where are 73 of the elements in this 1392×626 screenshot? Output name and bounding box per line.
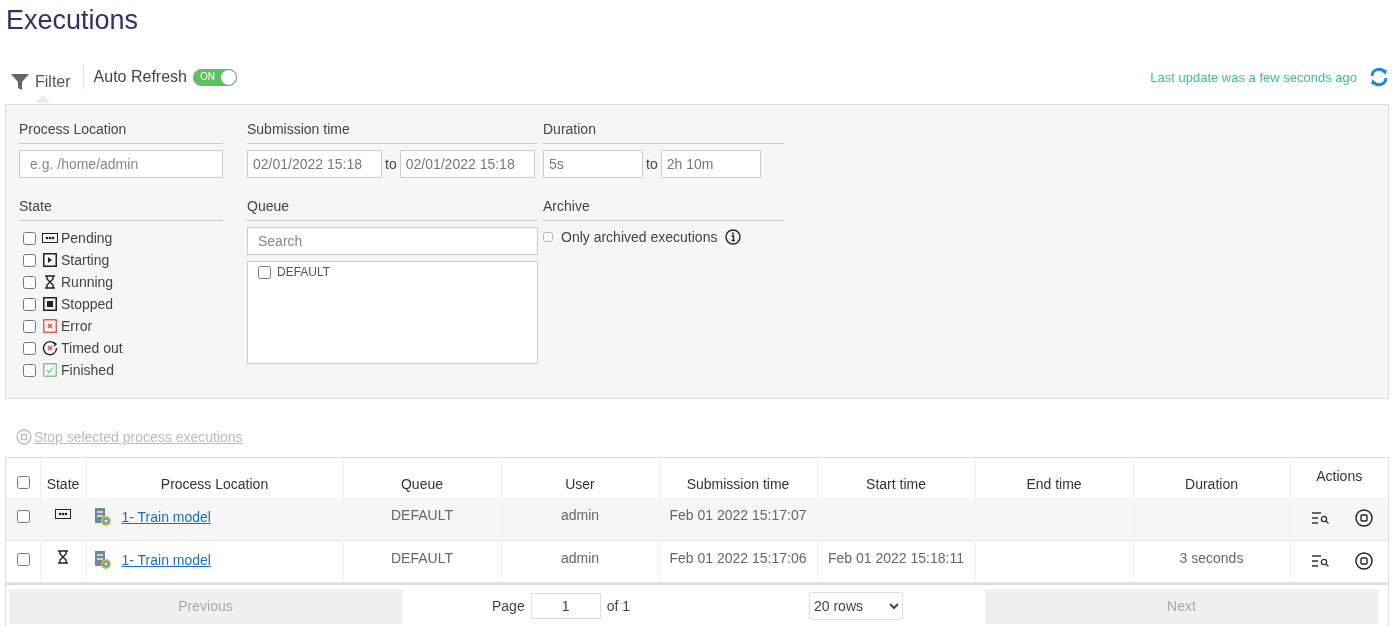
date-from-field[interactable]: 02/01/2022 15:18 [247,150,382,178]
state-checkbox[interactable] [23,363,36,377]
state-label: Stopped [61,296,114,312]
table-cell: DEFAULT [391,507,453,523]
table-cell: admin [560,549,600,566]
state-label: Pending [61,230,113,246]
pending-icon [41,232,58,244]
stop-circle-icon[interactable] [1354,509,1373,527]
state-label: Error [61,318,93,334]
table-cell: admin [560,507,600,523]
select-all-checkbox[interactable] [16,476,30,489]
state-checkbox[interactable] [23,231,36,245]
page-field[interactable]: 1 [530,593,601,619]
table-cell: 3 seconds [1179,549,1244,566]
auto-refresh-label: Auto Refresh [93,68,187,86]
hourglass-icon [57,549,69,564]
page-label: Page [492,598,525,614]
workflow-icon [93,507,112,527]
row-checkbox[interactable] [16,552,30,566]
process-link[interactable]: 1- Train model [121,551,211,568]
stop-circle-icon[interactable] [1354,551,1373,570]
filter-icon [11,74,29,90]
range-separator: to [646,156,658,172]
refresh-icon[interactable] [1369,67,1389,87]
stop-icon [42,297,57,311]
pending-icon [55,508,71,520]
state-checkbox[interactable] [23,319,36,333]
timeout-icon [41,340,58,356]
queue-option: DEFAULT [277,265,331,279]
column-header: Actions [1290,458,1388,498]
field-label: Duration [543,105,784,144]
hourglass-icon [43,275,56,289]
state-label: Running [61,274,114,290]
duration-from-field[interactable]: 5s [543,150,643,178]
stop-circle-icon [16,429,32,445]
play-icon [42,253,57,267]
process-location-field[interactable]: e.g. /home/admin [19,150,223,178]
queue-search-field[interactable]: Search [247,227,538,255]
table-cell: Feb 01 2022 15:17:07 [669,507,807,523]
search-list-icon[interactable] [1311,512,1329,524]
state-checkbox[interactable] [23,253,36,267]
search-list-icon[interactable] [1311,554,1329,567]
workflow-icon [93,549,112,570]
archive-label: Only archived executions [561,229,718,245]
field-label: Queue [247,182,538,221]
duration-to-field[interactable]: 2h 10m [660,150,761,178]
state-label: Starting [61,252,110,268]
field-label: State [19,182,223,221]
table-cell: Feb 01 2022 15:18:11 [828,549,964,566]
row-checkbox[interactable] [16,510,30,523]
state-label: Timed out [61,340,123,356]
page-count: of 1 [606,598,631,614]
state-checkbox[interactable] [23,341,36,355]
info-icon[interactable] [725,229,742,245]
date-to-field[interactable]: 02/01/2022 15:18 [399,150,535,178]
archive-checkbox[interactable] [543,232,553,242]
rows-per-page-select[interactable]: 20 rows [809,592,903,620]
table-cell: Feb 01 2022 15:17:06 [669,549,807,566]
state-checkbox[interactable] [23,275,36,289]
field-label: Archive [543,182,784,221]
last-update-text: Last update was a few seconds ago [1150,69,1357,85]
error-icon [42,319,57,333]
process-link[interactable]: 1- Train model [121,509,211,525]
state-checkbox[interactable] [23,297,36,311]
field-label: Process Location [19,105,223,144]
state-label: Finished [61,362,114,378]
range-separator: to [385,156,397,172]
check-icon [42,363,57,377]
filter-tab[interactable]: Filter [5,58,79,104]
table-cell: DEFAULT [391,549,453,566]
field-label: Submission time [247,105,538,144]
page-title: Executions [5,4,140,37]
queue-checkbox[interactable] [258,265,271,279]
